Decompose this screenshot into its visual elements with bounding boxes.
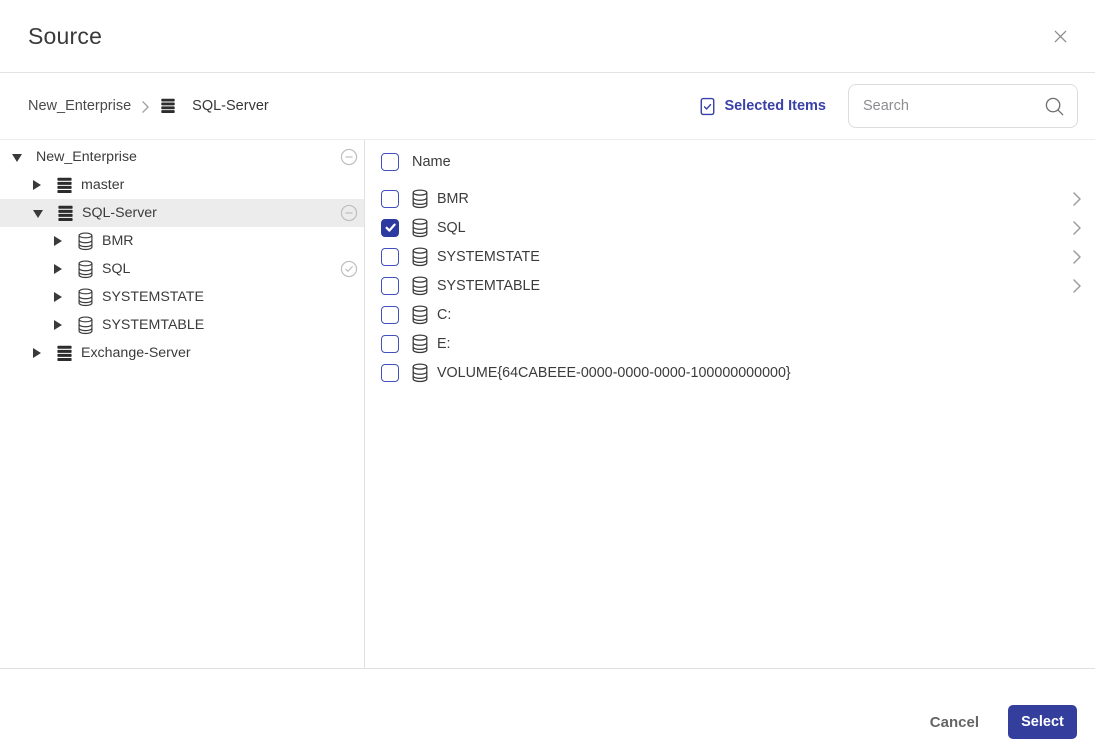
page-title: Source — [28, 23, 102, 50]
list-item-sql[interactable]: SQL — [381, 213, 1095, 242]
cancel-button[interactable]: Cancel — [924, 705, 985, 739]
search-box — [848, 84, 1078, 128]
caret-right-icon[interactable] — [54, 264, 62, 274]
chevron-right-icon[interactable] — [1073, 250, 1081, 264]
tree-item-systemtable[interactable]: SYSTEMTABLE — [0, 311, 364, 339]
document-check-icon — [699, 97, 716, 116]
database-icon — [411, 276, 429, 296]
name-column-header: Name — [412, 154, 451, 170]
tree-item-label: SYSTEMSTATE — [102, 289, 204, 305]
list-item-systemstate[interactable]: SYSTEMSTATE — [381, 242, 1095, 271]
caret-right-icon[interactable] — [33, 348, 41, 358]
select-button[interactable]: Select — [1008, 705, 1077, 739]
list-rows: BMR SQL — [381, 184, 1095, 387]
list-item-e-drive[interactable]: E: — [381, 329, 1095, 358]
dialog-header: Source — [0, 0, 1095, 73]
tree-item-sql[interactable]: SQL — [0, 255, 364, 283]
source-dialog: Source New_Enterprise SQL-Server Sele — [0, 0, 1095, 755]
row-checkbox[interactable] — [381, 248, 399, 266]
chevron-right-icon[interactable] — [1073, 192, 1081, 206]
row-checkbox[interactable] — [381, 219, 399, 237]
caret-right-icon[interactable] — [54, 292, 62, 302]
select-all-checkbox[interactable] — [381, 153, 399, 171]
caret-down-icon[interactable] — [33, 210, 43, 218]
tree-item-master[interactable]: master — [0, 171, 364, 199]
close-icon[interactable] — [1048, 24, 1073, 49]
database-icon — [77, 232, 94, 251]
items-panel: Name BMR SQL — [365, 140, 1095, 668]
list-item-systemtable[interactable]: SYSTEMTABLE — [381, 271, 1095, 300]
caret-right-icon[interactable] — [33, 180, 41, 190]
tree-item-label: SQL — [102, 261, 130, 277]
row-checkbox[interactable] — [381, 306, 399, 324]
database-icon — [77, 288, 94, 307]
toolbar: New_Enterprise SQL-Server Selected Items — [0, 73, 1095, 140]
list-item-label: SYSTEMTABLE — [437, 278, 540, 294]
database-icon — [411, 189, 429, 209]
chevron-right-icon[interactable] — [1073, 279, 1081, 293]
list-item-volume[interactable]: VOLUME{64CABEEE-0000-0000-0000-100000000… — [381, 358, 1095, 387]
row-checkbox[interactable] — [381, 277, 399, 295]
row-checkbox[interactable] — [381, 364, 399, 382]
breadcrumb-root[interactable]: New_Enterprise — [28, 98, 131, 114]
chevron-right-icon[interactable] — [1073, 221, 1081, 235]
database-icon — [411, 363, 429, 383]
tree-item-label: BMR — [102, 233, 134, 249]
list-item-label: SYSTEMSTATE — [437, 249, 540, 265]
caret-down-icon[interactable] — [12, 154, 22, 162]
server-icon — [56, 345, 73, 362]
row-checkbox[interactable] — [381, 190, 399, 208]
row-checkbox[interactable] — [381, 335, 399, 353]
list-item-label: C: — [437, 307, 451, 323]
tree-item-exchange-server[interactable]: Exchange-Server — [0, 339, 364, 367]
caret-right-icon[interactable] — [54, 320, 62, 330]
database-icon — [411, 334, 429, 354]
tree-item-sql-server[interactable]: SQL-Server — [0, 199, 364, 227]
tree-item-label: New_Enterprise — [36, 149, 137, 165]
selected-items-label: Selected Items — [724, 98, 826, 114]
tree-item-systemstate[interactable]: SYSTEMSTATE — [0, 283, 364, 311]
list-item-label: VOLUME{64CABEEE-0000-0000-0000-100000000… — [437, 365, 791, 381]
search-input[interactable] — [863, 98, 1044, 114]
list-item-bmr[interactable]: BMR — [381, 184, 1095, 213]
tree-item-bmr[interactable]: BMR — [0, 227, 364, 255]
search-icon — [1044, 96, 1065, 117]
list-item-label: SQL — [437, 220, 466, 236]
tree-item-new-enterprise[interactable]: New_Enterprise — [0, 143, 364, 171]
list-item-label: BMR — [437, 191, 469, 207]
breadcrumb: New_Enterprise SQL-Server — [28, 98, 269, 114]
tree-item-label: SQL-Server — [82, 205, 157, 221]
database-icon — [77, 316, 94, 335]
circle-check-icon — [340, 260, 358, 278]
server-icon — [57, 205, 74, 222]
selected-items-button[interactable]: Selected Items — [699, 97, 826, 116]
caret-right-icon[interactable] — [54, 236, 62, 246]
tree-item-label: Exchange-Server — [81, 345, 191, 361]
database-icon — [411, 305, 429, 325]
dialog-footer: Cancel Select — [0, 668, 1095, 755]
tree-item-label: master — [81, 177, 124, 193]
tree-panel: New_Enterprise master SQL-Server — [0, 140, 365, 668]
breadcrumb-current: SQL-Server — [160, 98, 269, 114]
toolbar-right: Selected Items — [699, 84, 1078, 128]
server-icon — [56, 177, 73, 194]
circle-minus-icon — [340, 148, 358, 166]
dialog-content: New_Enterprise master SQL-Server — [0, 140, 1095, 668]
list-item-label: E: — [437, 336, 451, 352]
database-icon — [411, 247, 429, 267]
server-icon — [160, 98, 176, 114]
chevron-right-icon — [142, 101, 149, 113]
database-icon — [77, 260, 94, 279]
circle-minus-icon — [340, 204, 358, 222]
list-item-c-drive[interactable]: C: — [381, 300, 1095, 329]
tree-item-label: SYSTEMTABLE — [102, 317, 204, 333]
database-icon — [411, 218, 429, 238]
list-header-row: Name — [381, 146, 1095, 178]
breadcrumb-current-label: SQL-Server — [192, 98, 269, 114]
